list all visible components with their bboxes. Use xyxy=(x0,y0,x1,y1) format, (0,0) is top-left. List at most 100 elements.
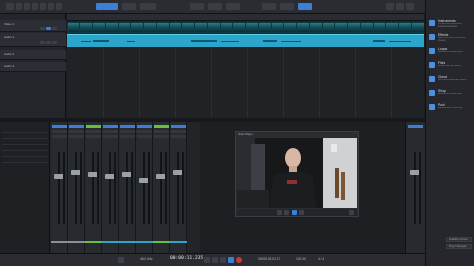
insert-slot[interactable] xyxy=(69,130,84,133)
browser-loops[interactable]: Loops Audio and musical loops xyxy=(428,46,473,60)
fader-track xyxy=(126,152,128,224)
browser-effects[interactable]: Effects Audio and note effects and prese… xyxy=(428,32,473,46)
mute-button[interactable] xyxy=(40,27,45,30)
channel-header[interactable] xyxy=(408,125,423,128)
send-slot[interactable] xyxy=(69,135,84,138)
browse-view-icon[interactable] xyxy=(406,3,414,10)
play-icon[interactable] xyxy=(228,257,234,263)
channel-strip[interactable] xyxy=(136,122,153,253)
nudge-button[interactable] xyxy=(190,3,204,10)
channel-strip[interactable] xyxy=(153,122,170,253)
browser-item-description: Browse the file system xyxy=(438,65,461,67)
split-tool-icon[interactable] xyxy=(32,3,38,10)
video-player-title: Video Player xyxy=(238,133,253,136)
quantize-button[interactable] xyxy=(122,3,136,10)
channel-strip[interactable] xyxy=(119,122,136,253)
track-name[interactable]: Audio 2 xyxy=(4,52,14,56)
loop-icon[interactable] xyxy=(204,257,210,263)
autoscroll-button[interactable] xyxy=(226,3,240,10)
insert-slot[interactable] xyxy=(120,130,135,133)
arrow-tool-icon[interactable] xyxy=(16,3,22,10)
stop-icon[interactable] xyxy=(220,257,226,263)
channel-strip[interactable] xyxy=(68,122,85,253)
browser-pool[interactable]: Pool Media used in this song xyxy=(428,102,473,116)
channel-header[interactable] xyxy=(86,125,101,128)
rewind-icon[interactable] xyxy=(277,210,282,215)
timebase-select[interactable] xyxy=(140,3,156,10)
send-slot[interactable] xyxy=(171,135,186,138)
eraser-tool-icon[interactable] xyxy=(40,3,46,10)
track-name[interactable]: Video 1 xyxy=(4,22,14,26)
mute-tool-icon[interactable] xyxy=(56,3,62,10)
track-name[interactable]: Audio 1 xyxy=(4,35,14,39)
mix-view-icon[interactable] xyxy=(396,3,404,10)
track-name[interactable]: Audio 3 xyxy=(4,64,14,68)
video-player-window[interactable]: Video Player xyxy=(235,131,359,217)
start-page-button[interactable] xyxy=(262,3,276,10)
tempo-readout[interactable]: 120.00 xyxy=(296,257,306,261)
channel-header[interactable] xyxy=(103,125,118,128)
video-thumbnail xyxy=(284,23,296,32)
time-signature-readout[interactable]: 4 / 4 xyxy=(318,257,324,261)
track-header-video[interactable]: Video 1 xyxy=(0,20,66,32)
arrange-view[interactable] xyxy=(67,14,424,118)
metronome-icon[interactable] xyxy=(118,257,124,263)
browser-shop[interactable]: Shop Browse the online shop xyxy=(428,88,473,102)
browser-cloud[interactable]: Cloud Shop and download content xyxy=(428,74,473,88)
available-content-button[interactable]: Available Content xyxy=(446,237,472,242)
main-channel-strip[interactable] xyxy=(407,122,425,253)
step-back-icon[interactable] xyxy=(284,210,289,215)
record-arm-button[interactable] xyxy=(52,41,57,44)
send-slot[interactable] xyxy=(86,135,101,138)
browser-instruments[interactable]: Instruments Virtual instruments and inst… xyxy=(428,18,473,32)
range-tool-icon[interactable] xyxy=(24,3,30,10)
insert-slot[interactable] xyxy=(86,130,101,133)
rewind-icon[interactable] xyxy=(212,257,218,263)
channel-header[interactable] xyxy=(154,125,169,128)
paint-tool-icon[interactable] xyxy=(48,3,54,10)
channel-header[interactable] xyxy=(137,125,152,128)
insert-slot[interactable] xyxy=(137,130,152,133)
audio-event-clip[interactable] xyxy=(67,34,424,47)
channel-strip[interactable] xyxy=(102,122,119,253)
send-slot[interactable] xyxy=(154,135,169,138)
record-arm-button[interactable] xyxy=(52,27,57,30)
insert-slot[interactable] xyxy=(154,130,169,133)
insert-slot[interactable] xyxy=(171,130,186,133)
channel-header[interactable] xyxy=(120,125,135,128)
edit-view-icon[interactable] xyxy=(386,3,394,10)
video-settings-icon[interactable] xyxy=(349,210,354,215)
song-page-button[interactable] xyxy=(280,3,294,10)
channel-header[interactable] xyxy=(69,125,84,128)
level-meter xyxy=(131,152,133,224)
track-header-audio-1[interactable]: Audio 1 xyxy=(0,33,66,47)
send-slot[interactable] xyxy=(137,135,152,138)
solo-button[interactable] xyxy=(46,41,51,44)
video-track-clip[interactable] xyxy=(67,22,424,33)
send-slot[interactable] xyxy=(52,135,67,138)
snap-toggle[interactable] xyxy=(96,3,118,10)
send-slot[interactable] xyxy=(120,135,135,138)
track-header-audio-2[interactable]: Audio 2 xyxy=(0,50,66,60)
plugin-manager-button[interactable]: Plug-in Manager xyxy=(446,244,472,249)
channel-strip[interactable] xyxy=(51,122,68,253)
project-page-button[interactable] xyxy=(298,3,312,10)
channel-header[interactable] xyxy=(171,125,186,128)
mute-button[interactable] xyxy=(40,41,45,44)
channel-strip[interactable] xyxy=(85,122,102,253)
send-slot[interactable] xyxy=(103,135,118,138)
main-output-strip[interactable] xyxy=(405,122,425,253)
follow-button[interactable] xyxy=(208,3,222,10)
track-header-audio-3[interactable]: Audio 3 xyxy=(0,62,66,72)
play-icon[interactable] xyxy=(292,210,297,215)
insert-slot[interactable] xyxy=(52,130,67,133)
channel-header[interactable] xyxy=(52,125,67,128)
step-forward-icon[interactable] xyxy=(299,210,304,215)
menu-button[interactable] xyxy=(6,3,14,10)
browser-files[interactable]: Files Browse the file system xyxy=(428,60,473,74)
record-icon[interactable] xyxy=(236,257,242,263)
solo-button[interactable] xyxy=(46,27,51,30)
channel-strip[interactable] xyxy=(170,122,187,253)
timeline-ruler[interactable] xyxy=(67,14,424,21)
insert-slot[interactable] xyxy=(103,130,118,133)
